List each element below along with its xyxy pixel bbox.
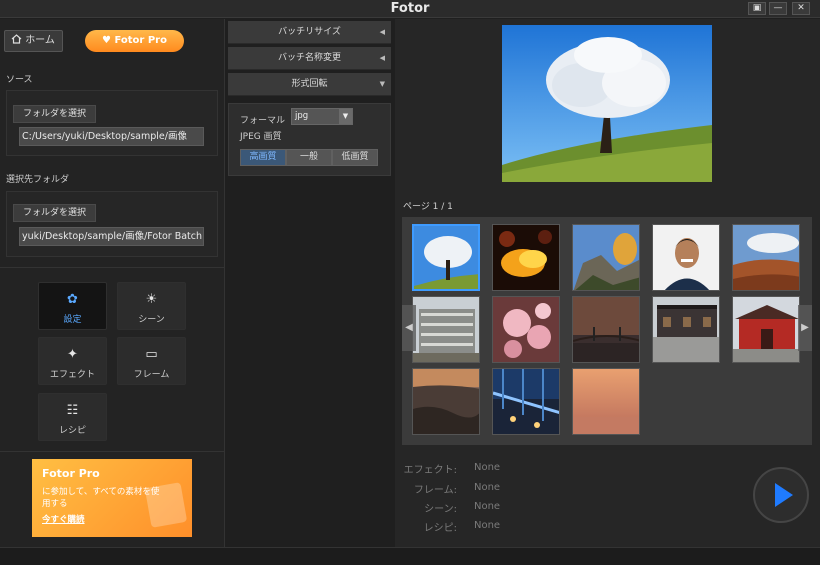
- thumbnail-blossom[interactable]: [492, 296, 560, 363]
- format-value: jpg: [295, 111, 309, 121]
- format-label: フォーマル: [240, 116, 286, 126]
- destination-label: 選択先フォルダ: [6, 175, 70, 185]
- diamond-icon: ♥: [102, 35, 111, 46]
- tool-frame-label: フレーム: [133, 370, 170, 380]
- next-page-arrow[interactable]: ▶: [798, 305, 812, 351]
- title-bar: Fotor ▣ — ✕: [0, 0, 820, 18]
- left-panel: ホーム ♥ Fotor Pro ソース フォルダを選択 C:/Users/yuk…: [0, 19, 225, 547]
- jpeg-quality-label: JPEG 画質: [240, 132, 282, 142]
- promo-text: に参加して、すべての素材を使用する: [42, 487, 160, 509]
- thumbnail-portrait[interactable]: [652, 224, 720, 291]
- section-batch-resize[interactable]: バッチリサイズ ◀: [228, 21, 391, 44]
- close-button[interactable]: ✕: [792, 2, 810, 15]
- thumbnail-tree[interactable]: [412, 224, 480, 291]
- summary-label: フレーム:: [413, 485, 457, 496]
- tool-recipe-label: レシピ: [58, 426, 86, 436]
- pro-promo-banner[interactable]: Fotor Pro に参加して、すべての素材を使用する 今すぐ購読: [32, 459, 192, 537]
- tool-effect[interactable]: ✦ エフェクト: [38, 337, 107, 385]
- thumbnail-autumn[interactable]: [732, 224, 800, 291]
- summary-label: レシピ:: [423, 523, 457, 534]
- destination-select-folder-button[interactable]: フォルダを選択: [13, 204, 96, 222]
- tool-effect-label: エフェクト: [49, 370, 95, 380]
- divider: [0, 451, 225, 452]
- status-bar: [0, 547, 820, 565]
- thumbnail-fire[interactable]: [492, 224, 560, 291]
- recipe-icon: ☷: [66, 403, 79, 418]
- page-indicator: ページ 1 / 1: [403, 202, 453, 212]
- thumbnail-coast[interactable]: [412, 368, 480, 435]
- frame-icon: ▭: [145, 347, 158, 362]
- section-label: バッチリサイズ: [278, 27, 341, 37]
- quality-low-button[interactable]: 低画質: [332, 149, 378, 166]
- source-select-folder-button[interactable]: フォルダを選択: [13, 105, 96, 123]
- preview-image: [502, 25, 712, 182]
- summary-recipe-value: None: [474, 520, 501, 531]
- tool-settings[interactable]: ✿ 設定: [38, 282, 107, 330]
- caret-left-icon: ◀: [379, 28, 385, 36]
- source-box: [6, 90, 218, 156]
- summary-label: エフェクト:: [403, 465, 457, 476]
- home-button[interactable]: ホーム: [4, 30, 63, 52]
- format-select[interactable]: jpg ▼: [291, 108, 353, 125]
- fotor-pro-label: Fotor Pro: [114, 35, 167, 46]
- promo-cta-link[interactable]: 今すぐ購読: [42, 513, 85, 525]
- summary-scene-value: None: [474, 501, 501, 512]
- format-settings: フォーマル jpg ▼ JPEG 画質 高画質 一般 低画質: [228, 103, 391, 176]
- sparkle-icon: ✦: [67, 347, 78, 362]
- settings-panel: バッチリサイズ ◀ バッチ名称変更 ◀ 形式回転 ▼ フォーマル jpg ▼ J…: [228, 19, 391, 547]
- thumbnail-building[interactable]: [412, 296, 480, 363]
- gear-icon: ✿: [67, 292, 78, 307]
- minimize-button[interactable]: —: [769, 2, 787, 15]
- preview-panel: ページ 1 / 1 ◀ ▶ エフェクト: None フレーム: None シーン…: [395, 19, 820, 547]
- tool-scene[interactable]: ☀ シーン: [117, 282, 186, 330]
- caret-left-icon: ◀: [379, 54, 385, 62]
- quality-normal-button[interactable]: 一般: [286, 149, 332, 166]
- section-label: 形式回転: [291, 79, 328, 89]
- thumbnail-sunset[interactable]: [572, 368, 640, 435]
- destination-path-field[interactable]: yuki/Desktop/sample/画像/Fotor Batch: [19, 227, 204, 246]
- source-path-field[interactable]: C:/Users/yuki/Desktop/sample/画像: [19, 127, 204, 146]
- source-label: ソース: [6, 75, 33, 85]
- tool-settings-label: 設定: [63, 315, 82, 325]
- quality-high-button[interactable]: 高画質: [240, 149, 286, 166]
- caret-down-icon: ▼: [379, 80, 385, 88]
- tool-scene-label: シーン: [138, 315, 165, 325]
- summary-effect-value: None: [474, 462, 501, 473]
- summary-label: シーン:: [424, 504, 457, 515]
- section-label: バッチ名称変更: [277, 53, 341, 63]
- restore-button[interactable]: ▣: [748, 2, 766, 15]
- divider: [0, 267, 225, 268]
- thumbnail-shrine[interactable]: [732, 296, 800, 363]
- section-format-convert[interactable]: 形式回転 ▼: [228, 73, 391, 96]
- fotor-pro-button[interactable]: ♥ Fotor Pro: [85, 30, 184, 52]
- home-label: ホーム: [25, 35, 55, 46]
- tool-recipe[interactable]: ☷ レシピ: [38, 393, 107, 441]
- play-icon: [775, 483, 793, 507]
- thumbnail-grid: [402, 217, 812, 445]
- promo-title: Fotor Pro: [42, 467, 100, 480]
- home-icon: [11, 34, 22, 44]
- thumbnail-rocks[interactable]: [572, 224, 640, 291]
- app-title: Fotor: [390, 1, 430, 16]
- destination-box: [6, 191, 218, 257]
- thumbnail-bridge[interactable]: [572, 296, 640, 363]
- prev-page-arrow[interactable]: ◀: [402, 305, 416, 351]
- summary-frame-value: None: [474, 482, 501, 493]
- thumbnail-street[interactable]: [652, 296, 720, 363]
- start-batch-button[interactable]: [753, 467, 809, 523]
- thumbnail-city-bridge[interactable]: [492, 368, 560, 435]
- sun-icon: ☀: [145, 292, 158, 307]
- chevron-down-icon: ▼: [339, 109, 352, 124]
- tool-frame[interactable]: ▭ フレーム: [117, 337, 186, 385]
- section-batch-rename[interactable]: バッチ名称変更 ◀: [228, 47, 391, 70]
